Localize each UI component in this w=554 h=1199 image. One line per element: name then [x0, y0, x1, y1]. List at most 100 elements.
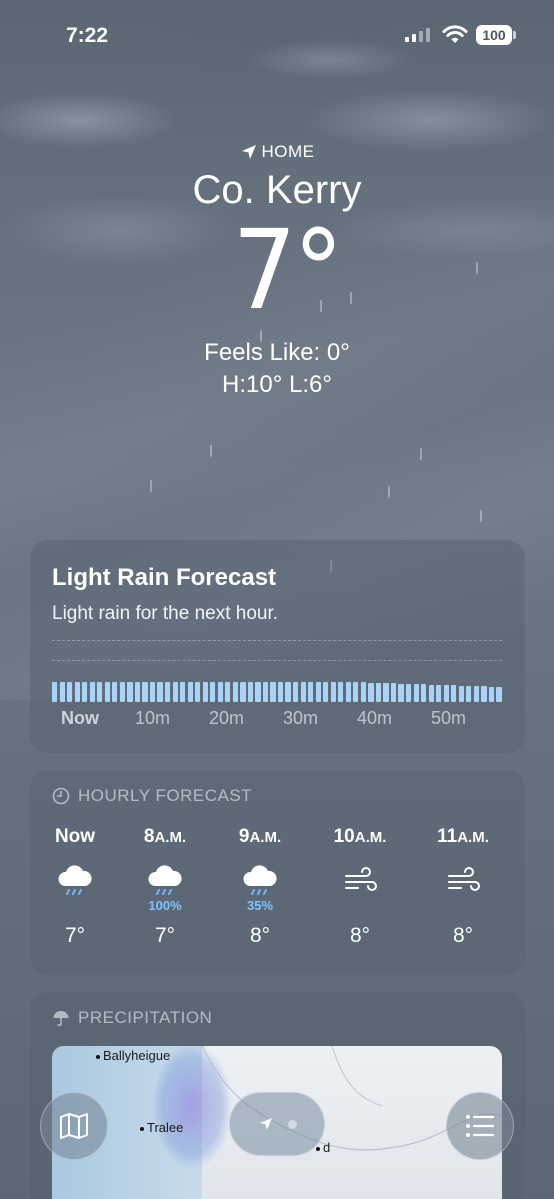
- rain-bar: [195, 682, 201, 702]
- rain-bar: [127, 682, 133, 702]
- map-button[interactable]: [40, 1092, 108, 1160]
- precipitation-header: PRECIPITATION: [52, 1008, 212, 1028]
- hour-temperature: 8°: [349, 924, 371, 947]
- rain-bar: [277, 682, 284, 702]
- rain-bar: [202, 682, 208, 702]
- rain-drop: [480, 510, 482, 522]
- hour-temperature: 8°: [452, 924, 474, 947]
- cellular-signal-icon: [405, 28, 430, 42]
- map-place-tralee: Tralee: [140, 1120, 183, 1135]
- precipitation-title: PRECIPITATION: [78, 1008, 213, 1027]
- rain-drop: [150, 480, 152, 492]
- hour-temperature: 7°: [64, 924, 86, 947]
- rain-bar: [405, 683, 412, 702]
- rain-bar: [240, 682, 246, 702]
- rain-bar: [157, 682, 163, 702]
- hour-time: 10A.M.: [333, 826, 387, 847]
- rain-bar: [270, 682, 276, 702]
- rain-bar: [390, 683, 397, 702]
- map-place-ballyheigue: Ballyheigue: [96, 1048, 170, 1063]
- status-bar: 7:22 100: [0, 22, 554, 52]
- rain-drop: [420, 448, 422, 460]
- hour-item: 10A.M. 8°: [320, 826, 400, 948]
- intensity-line-moderate: [52, 660, 502, 661]
- clock-icon: [52, 787, 70, 805]
- umbrella-icon: [53, 1011, 69, 1027]
- hour-temperature: 8°: [249, 924, 271, 947]
- rain-bar: [89, 682, 95, 702]
- rain-bar: [262, 682, 269, 702]
- location-arrow-icon: [241, 145, 256, 159]
- hour-time: 11A.M.: [437, 826, 489, 847]
- hour-time: Now: [54, 826, 96, 847]
- location-pager[interactable]: [229, 1092, 325, 1156]
- hour-item: 9A.M. 35% 8°: [220, 826, 300, 948]
- hourly-forecast-card[interactable]: HOURLY FORECAST Now 7° 8A.M. 100% 7° 9A.…: [30, 770, 525, 975]
- rain-bar: [353, 682, 359, 702]
- tick-label: 20m: [209, 708, 245, 728]
- tick-label: Now: [61, 708, 99, 728]
- rain-bar: [104, 682, 110, 702]
- status-time: 7:22: [66, 24, 109, 47]
- home-label-text: HOME: [261, 142, 315, 161]
- rain-bar: [375, 682, 382, 702]
- rain-bar: [308, 682, 314, 702]
- rain-bar: [360, 682, 367, 702]
- rain-bar: [225, 682, 231, 702]
- precip-chance: [35, 898, 115, 912]
- location-arrow-icon: [259, 1118, 272, 1130]
- rain-bar: [466, 685, 472, 702]
- hourly-list[interactable]: Now 7° 8A.M. 100% 7° 9A.M. 35% 8° 10A.M.: [30, 826, 525, 966]
- rain-bar: [164, 682, 171, 702]
- rain-bar: [119, 682, 126, 702]
- rain-bar: [436, 684, 442, 702]
- battery-icon: 100: [476, 25, 516, 45]
- home-label: HOME: [0, 142, 554, 162]
- rain-bar: [112, 682, 118, 702]
- rain-bar: [368, 682, 374, 702]
- rain-bar: [345, 682, 351, 702]
- rain-bar: [67, 682, 73, 702]
- rain-bar: [255, 682, 261, 702]
- rain-bar: [473, 686, 479, 702]
- rain-bar: [293, 682, 299, 702]
- rain-forecast-title: Light Rain Forecast: [52, 564, 277, 591]
- rain-bar: [488, 686, 495, 702]
- rain-bar: [172, 682, 178, 702]
- rain-bar: [428, 684, 434, 702]
- rain-bar: [323, 682, 329, 702]
- rain-bar: [421, 684, 427, 702]
- rain-bar: [247, 682, 254, 702]
- rain-bar: [187, 682, 193, 702]
- hour-time: 9A.M.: [238, 826, 282, 847]
- hour-item: Now 7°: [35, 826, 115, 948]
- precip-chance: 100%: [148, 898, 182, 913]
- rain-drop: [210, 445, 212, 457]
- list-icon: [466, 1115, 495, 1137]
- tick-label: 10m: [135, 708, 171, 728]
- rain-bar: [232, 682, 238, 702]
- rain-bar: [210, 682, 216, 702]
- rain-bar: [481, 686, 487, 702]
- rain-bar: [496, 686, 502, 702]
- hourly-forecast-header: HOURLY FORECAST: [52, 786, 252, 806]
- list-button[interactable]: [446, 1092, 514, 1160]
- hour-item: 8A.M. 100% 7°: [125, 826, 205, 948]
- rain-bar: [300, 682, 306, 702]
- precip-chance: [320, 898, 400, 912]
- rain-bar: [134, 682, 141, 702]
- rain-forecast-card[interactable]: Light Rain Forecast Light rain for the n…: [30, 540, 525, 753]
- intensity-line-heavy: [52, 640, 502, 641]
- rain-bar: [315, 682, 321, 702]
- rain-bar: [52, 682, 58, 702]
- rain-bar: [413, 684, 419, 702]
- tick-label: 40m: [357, 708, 393, 728]
- rain-intensity-bars: [52, 680, 502, 702]
- rain-bar: [74, 682, 80, 702]
- rain-forecast-subtitle: Light rain for the next hour.: [52, 603, 279, 624]
- map-icon: [60, 1113, 88, 1139]
- rain-bar: [398, 683, 404, 702]
- rain-bar: [82, 682, 88, 702]
- hour-temperature: 7°: [154, 924, 176, 947]
- page-dot: [287, 1119, 297, 1129]
